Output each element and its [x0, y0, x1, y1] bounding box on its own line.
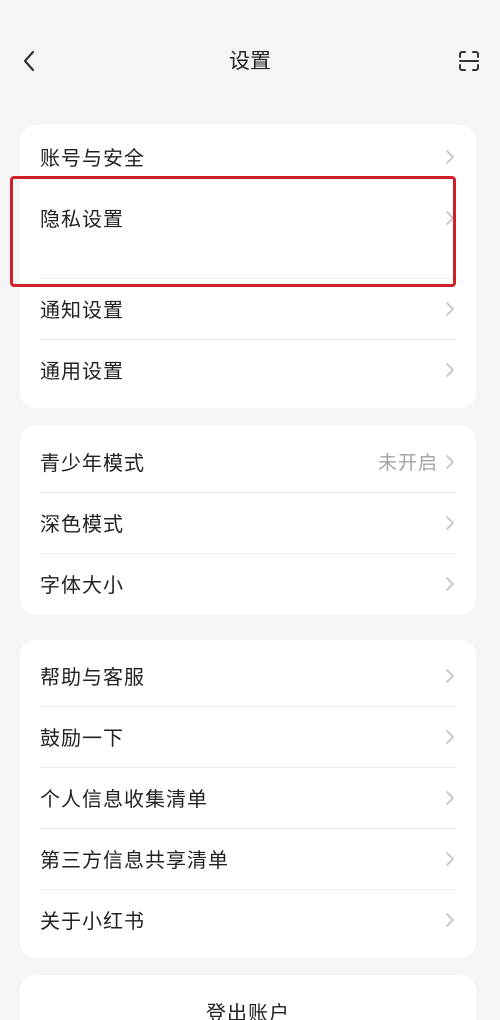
settings-item-label: 账号与安全: [40, 146, 145, 170]
settings-item-personal-info-list[interactable]: 个人信息收集清单: [20, 767, 476, 828]
settings-group-account: 账号与安全 隐私设置 通知设置 通用设置: [20, 125, 476, 408]
page-title: 设置: [229, 49, 271, 73]
settings-item-help-support[interactable]: 帮助与客服: [20, 645, 476, 706]
scan-button[interactable]: [454, 46, 484, 76]
logout-label: 登出账户: [206, 1001, 290, 1020]
chevron-right-icon: [444, 911, 456, 929]
settings-item-label: 关于小红书: [40, 909, 145, 933]
chevron-right-icon: [444, 209, 456, 227]
top-bar: 设置: [0, 0, 500, 120]
settings-item-label: 深色模式: [40, 512, 124, 536]
chevron-right-icon: [444, 300, 456, 318]
chevron-right-icon: [444, 575, 456, 593]
settings-page: 设置 账号与安全 隐私设置 通知设置 通用设置 青少年模式 未开启 深色模式 字…: [0, 0, 500, 1020]
chevron-right-icon: [444, 453, 456, 471]
settings-item-label: 个人信息收集清单: [40, 787, 208, 811]
settings-item-about[interactable]: 关于小红书: [20, 889, 476, 950]
settings-item-teen-mode[interactable]: 青少年模式 未开启: [20, 431, 476, 492]
settings-item-notification[interactable]: 通知设置: [20, 278, 476, 339]
settings-item-dark-mode[interactable]: 深色模式: [20, 492, 476, 553]
settings-item-third-party-sharing[interactable]: 第三方信息共享清单: [20, 828, 476, 889]
settings-item-general[interactable]: 通用设置: [20, 339, 476, 400]
settings-item-label: 字体大小: [40, 573, 124, 597]
settings-item-font-size[interactable]: 字体大小: [20, 553, 476, 614]
settings-item-label: 青少年模式: [40, 451, 145, 475]
settings-item-label: 通用设置: [40, 359, 124, 383]
teen-mode-status: 未开启: [377, 452, 438, 474]
chevron-right-icon: [444, 667, 456, 685]
logout-button[interactable]: 登出账户: [20, 975, 476, 1020]
chevron-right-icon: [444, 728, 456, 746]
scan-icon: [459, 51, 479, 71]
settings-item-label: 通知设置: [40, 298, 124, 322]
settings-item-label: 帮助与客服: [40, 665, 145, 689]
chevron-right-icon: [444, 148, 456, 166]
settings-item-label: 鼓励一下: [40, 726, 124, 750]
chevron-right-icon: [444, 361, 456, 379]
chevron-right-icon: [444, 514, 456, 532]
settings-group-display: 青少年模式 未开启 深色模式 字体大小: [20, 425, 476, 615]
settings-group-help: 帮助与客服 鼓励一下 个人信息收集清单 第三方信息共享清单 关于小红书: [20, 640, 476, 958]
settings-item-privacy[interactable]: 隐私设置: [20, 187, 476, 248]
settings-item-label: 隐私设置: [40, 207, 124, 231]
settings-item-encourage[interactable]: 鼓励一下: [20, 706, 476, 767]
settings-item-account-security[interactable]: 账号与安全: [20, 126, 476, 187]
chevron-right-icon: [444, 850, 456, 868]
settings-item-label: 第三方信息共享清单: [40, 848, 229, 872]
chevron-right-icon: [444, 789, 456, 807]
